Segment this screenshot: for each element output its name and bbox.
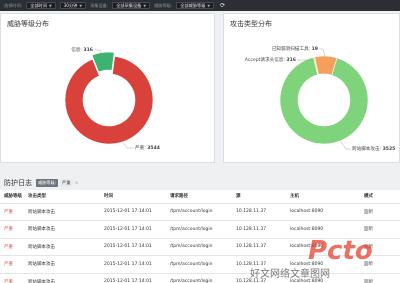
slice-label: 跨站脚本攻击: 3525 bbox=[352, 145, 395, 152]
attack-type-cell: 跨站脚本攻击 bbox=[24, 238, 100, 256]
device-filter-select[interactable]: 全部采集设备 ▼ bbox=[112, 2, 151, 9]
attack-type-cell: 跨站脚本攻击 bbox=[24, 273, 100, 283]
chevron-down-icon: ▼ bbox=[48, 3, 52, 8]
attack-type-panel: 攻击类型分布 已知漏洞扫描工具: 19 Accept请求头信息: 316 跨站脚本攻… bbox=[223, 13, 400, 163]
path-cell: /tpm/account/login bbox=[166, 273, 232, 283]
threat-filter-label: 威胁等级: bbox=[154, 2, 173, 8]
path-cell: /tpm/account/login bbox=[166, 203, 232, 221]
column-header[interactable]: 主机 bbox=[286, 190, 360, 204]
log-title: 防护日志 bbox=[4, 179, 32, 187]
log-filter-key: 威胁等级: bbox=[36, 179, 59, 187]
attack-type-cell: 跨站脚本攻击 bbox=[24, 203, 100, 221]
slice-label: 已知漏洞扫描工具: 19 bbox=[272, 45, 318, 52]
duration-filter-select[interactable]: 30分钟 ▼ bbox=[59, 2, 87, 9]
column-header[interactable]: 攻击类型 bbox=[24, 190, 100, 204]
attack-type-title: 攻击类型分布 bbox=[230, 20, 272, 28]
chevron-down-icon: ▼ bbox=[79, 3, 83, 8]
severity-cell: 严重 bbox=[0, 238, 24, 256]
column-header[interactable]: 源 bbox=[232, 190, 286, 204]
watermark-logo: Pcto 好文网络文章图网 bbox=[250, 236, 373, 280]
column-header[interactable]: 请求路径 bbox=[166, 190, 232, 204]
table-row[interactable]: 严重 跨站脚本攻击 2015-12-01 17:14:01 /tpm/accou… bbox=[0, 203, 400, 221]
threat-level-chart: 信息: 316 严重: 3544 bbox=[64, 46, 160, 151]
host-cell: localhost:8090 bbox=[286, 203, 360, 221]
log-filter-tag[interactable]: 威胁等级: 严重 × bbox=[36, 179, 78, 187]
column-header[interactable]: 模式 bbox=[360, 190, 400, 204]
path-cell: /tpm/account/login bbox=[166, 255, 232, 274]
table-header-row: 威胁等级 攻击类型 时间 请求路径 源 主机 模式 bbox=[0, 190, 400, 204]
source-cell: 10.128.11.37 bbox=[232, 203, 286, 221]
label-leader-line bbox=[339, 139, 351, 150]
device-filter-value: 全部采集设备 bbox=[116, 2, 142, 8]
severity-cell: 严重 bbox=[0, 220, 24, 239]
threat-filter-value: 全部威胁等级 bbox=[180, 2, 206, 8]
slice-label: 严重: 3544 bbox=[135, 144, 160, 151]
column-header[interactable]: 威胁等级 bbox=[0, 190, 24, 204]
time-filter-label: 选择时间: bbox=[4, 2, 23, 8]
slice-label: 信息: 316 bbox=[71, 46, 93, 53]
svg-text:Pcto: Pcto bbox=[308, 236, 373, 266]
log-filter-value: 严重 bbox=[60, 179, 73, 187]
time-cell: 2015-12-01 17:14:01 bbox=[100, 238, 166, 256]
severity-cell: 严重 bbox=[0, 203, 24, 221]
chevron-down-icon: ▼ bbox=[207, 3, 211, 8]
time-cell: 2015-12-01 17:14:01 bbox=[100, 220, 166, 239]
time-filter-select[interactable]: 全部时间 ▼ bbox=[26, 2, 56, 9]
close-icon[interactable]: × bbox=[75, 181, 79, 186]
time-cell: 2015-12-01 17:14:01 bbox=[100, 203, 166, 221]
threat-level-panel: 威胁等级分布 信息: 316 严重: 3544 bbox=[0, 13, 215, 163]
severity-cell: 严重 bbox=[0, 255, 24, 274]
device-filter-label: 采集设备: bbox=[90, 2, 109, 8]
duration-filter-value: 30分钟 bbox=[63, 2, 78, 8]
chevron-down-icon: ▼ bbox=[143, 3, 147, 8]
attack-type-cell: 跨站脚本攻击 bbox=[24, 220, 100, 239]
threat-level-title: 威胁等级分布 bbox=[7, 20, 49, 28]
severity-cell: 严重 bbox=[0, 273, 24, 283]
path-cell: /tpm/account/login bbox=[166, 220, 232, 239]
svg-text:好文网络文章图网: 好文网络文章图网 bbox=[250, 267, 330, 280]
slice-label: Accept请求头信息: 316 bbox=[245, 56, 296, 63]
attack-type-chart: 已知漏洞扫描工具: 19 Accept请求头信息: 316 跨站脚本攻击: 3525 bbox=[245, 45, 396, 152]
label-leader-line bbox=[319, 48, 326, 57]
refresh-icon[interactable]: ⟳ bbox=[220, 2, 225, 9]
threat-filter-select[interactable]: 全部威胁等级 ▼ bbox=[176, 2, 215, 9]
column-header[interactable]: 时间 bbox=[100, 190, 166, 204]
attack-type-cell: 跨站脚本攻击 bbox=[24, 255, 100, 274]
filter-bar: 选择时间: 全部时间 ▼ 30分钟 ▼ 采集设备: 全部采集设备 ▼ 威胁等级:… bbox=[0, 0, 400, 11]
time-cell: 2015-12-01 17:14:01 bbox=[100, 255, 166, 274]
time-filter-value: 全部时间 bbox=[30, 2, 47, 8]
path-cell: /tpm/account/login bbox=[166, 238, 232, 256]
time-cell: 2015-12-01 17:14:01 bbox=[100, 273, 166, 283]
mode-cell: 监听 bbox=[360, 203, 400, 221]
log-header: 防护日志 威胁等级: 严重 × bbox=[4, 178, 78, 188]
